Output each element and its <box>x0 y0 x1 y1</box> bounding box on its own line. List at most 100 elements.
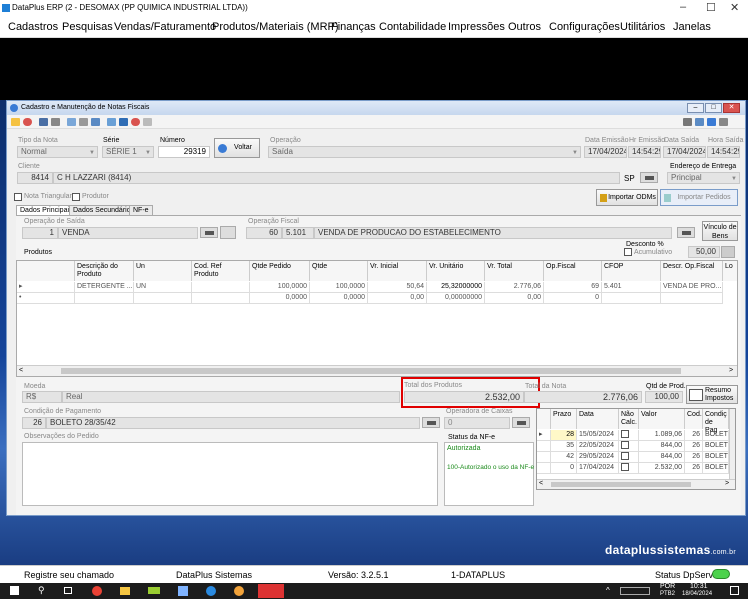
maximize-icon[interactable]: ☐ <box>706 1 716 14</box>
moeda-code[interactable]: R$ <box>22 391 62 403</box>
pagamento-search-button[interactable] <box>422 417 440 428</box>
operacao-saida-search-button[interactable] <box>200 227 218 238</box>
col-condicao[interactable]: Condiç de Pag <box>703 409 729 434</box>
stop-icon[interactable] <box>131 118 140 126</box>
list-item[interactable]: BOLETO <box>703 430 729 441</box>
table-row-cell[interactable]: 5.401 <box>602 282 661 293</box>
list-item[interactable]: 26 <box>685 452 703 463</box>
table-row-cell[interactable]: 0,0000 <box>250 293 310 304</box>
moeda-field[interactable]: Real <box>62 391 400 403</box>
table-row-cell[interactable]: DETERGENTE ... <box>75 282 134 293</box>
desconto-field[interactable]: 50,00 <box>688 246 720 258</box>
table-row-cell[interactable] <box>661 293 723 304</box>
table-row-cell[interactable]: 2.776,06 <box>485 282 544 293</box>
importar-pedidos-button[interactable]: Importar Pedidos <box>660 189 738 206</box>
col-cod[interactable]: Cod. <box>685 409 703 429</box>
nao-calc-checkbox[interactable] <box>619 463 639 474</box>
operacao-saida-code[interactable]: 1 <box>22 227 58 239</box>
col-data[interactable]: Data <box>577 409 619 429</box>
nao-calc-checkbox[interactable] <box>619 430 639 441</box>
menu-outros[interactable]: Outros <box>508 21 541 33</box>
col-descr-op-fiscal[interactable]: Descr. Op.Fiscal <box>661 261 723 281</box>
save-icon[interactable] <box>39 118 48 126</box>
clear-icon[interactable] <box>220 226 236 239</box>
col-qtde[interactable]: Qtde <box>310 261 368 281</box>
help-icon[interactable] <box>707 118 716 126</box>
list-item[interactable]: 22/05/2024 <box>577 441 619 452</box>
voltar-button[interactable]: Voltar <box>214 138 260 158</box>
list-item[interactable]: 42 <box>551 452 577 463</box>
hr-emissao-field[interactable]: 14:54:29 <box>628 146 661 158</box>
produtor-checkbox[interactable] <box>72 193 80 201</box>
undo-icon[interactable] <box>51 118 60 126</box>
menu-produtos[interactable]: Produtos/Materiais (MRP) <box>212 21 339 33</box>
cliente-search-button[interactable] <box>640 172 658 183</box>
table-row-cell[interactable] <box>134 293 192 304</box>
numero-field[interactable]: 29319 <box>158 146 210 158</box>
prazos-grid[interactable]: Prazo Data Não Calc. Valor Cod. Condiç d… <box>536 408 736 490</box>
col-descricao[interactable]: Descrição do Produto <box>75 261 134 281</box>
operacao-select[interactable]: Saída ▼ <box>268 146 581 158</box>
table-row-cell[interactable]: 100,0000 <box>250 282 310 293</box>
list-item[interactable]: 844,00 <box>639 452 685 463</box>
data-saida-field[interactable]: 17/04/2024 <box>663 146 706 158</box>
list-item[interactable]: 28 <box>551 430 577 441</box>
table-row-cell[interactable]: 0,00 <box>368 293 427 304</box>
observacoes-textarea[interactable] <box>22 442 438 506</box>
menu-contabilidade[interactable]: Contabilidade <box>379 21 446 33</box>
caixa-search-button[interactable] <box>512 417 530 428</box>
tab-nfe[interactable]: NF-e <box>129 205 153 215</box>
operacao-fiscal-code[interactable]: 60 <box>246 227 282 239</box>
app-icon[interactable] <box>178 586 188 596</box>
app-icon[interactable] <box>206 586 216 596</box>
menu-cadastros[interactable]: Cadastros <box>8 21 58 33</box>
table-row-cell[interactable]: 100,0000 <box>310 282 368 293</box>
app-icon[interactable] <box>234 586 244 596</box>
grid-horizontal-scrollbar[interactable]: < > <box>17 365 737 376</box>
registre-chamado-link[interactable]: Registre seu chamado <box>24 570 114 580</box>
menu-janelas[interactable]: Janelas <box>673 21 711 33</box>
list-item[interactable]: 0 <box>551 463 577 474</box>
resumo-impostos-button[interactable]: Resumo Impostos <box>686 385 738 404</box>
folder-icon[interactable] <box>120 587 130 595</box>
notification-icon[interactable] <box>730 586 739 595</box>
col-op-fiscal[interactable]: Op.Fiscal <box>544 261 602 281</box>
vinculo-bens-button[interactable]: Vínculo de Bens <box>702 221 738 241</box>
list-item[interactable]: 15/05/2024 <box>577 430 619 441</box>
nota-triangular-checkbox[interactable] <box>14 193 22 201</box>
search-icon[interactable] <box>67 118 76 126</box>
window-maximize-icon[interactable]: □ <box>705 103 722 113</box>
pagamento-field[interactable]: BOLETO 28/35/42 <box>46 417 420 429</box>
col-un[interactable]: Un <box>134 261 192 281</box>
col-qtde-pedido[interactable]: Qtde Pedido <box>250 261 310 281</box>
menu-impressoes[interactable]: Impressões <box>448 21 505 33</box>
calendar-icon[interactable] <box>683 118 692 126</box>
table-row-cell[interactable] <box>192 293 250 304</box>
data-emissao-field[interactable]: 17/04/2024 <box>584 146 627 158</box>
endereco-select[interactable]: Principal ▼ <box>667 172 740 184</box>
table-row-cell[interactable]: 0 <box>544 293 602 304</box>
settings-icon[interactable] <box>719 118 728 126</box>
print-icon[interactable] <box>107 118 116 126</box>
produtos-grid[interactable]: Descrição do Produto Un Cod. Ref Produto… <box>16 260 738 377</box>
table-row-cell[interactable]: 0,0000 <box>310 293 368 304</box>
col-nao-calc[interactable]: Não Calc. <box>619 409 639 429</box>
nao-calc-checkbox[interactable] <box>619 441 639 452</box>
app-icon[interactable] <box>148 587 160 594</box>
menu-configuracoes[interactable]: Configurações <box>549 21 620 33</box>
prazos-horizontal-scrollbar[interactable]: < > <box>537 479 735 489</box>
clock-date[interactable]: 18/04/2024 <box>682 591 712 597</box>
tray-icons[interactable] <box>620 587 650 595</box>
trash-icon[interactable] <box>143 118 152 126</box>
cliente-code-field[interactable]: 8414 <box>17 172 53 184</box>
operacao-saida-field[interactable]: VENDA <box>58 227 198 239</box>
table-row-cell[interactable]: 25,32000000 <box>427 282 485 293</box>
col-valor[interactable]: Valor <box>639 409 685 429</box>
table-row-cell[interactable]: 69 <box>544 282 602 293</box>
language-label[interactable]: POR <box>660 583 675 590</box>
email-icon[interactable] <box>119 118 128 126</box>
tab-dados-secundarios[interactable]: Dados Secundários <box>69 205 139 215</box>
col-cod-ref[interactable]: Cod. Ref Produto <box>192 261 250 281</box>
hora-saida-field[interactable]: 14:54:29 <box>707 146 740 158</box>
operacao-fiscal-search-button[interactable] <box>677 227 695 238</box>
